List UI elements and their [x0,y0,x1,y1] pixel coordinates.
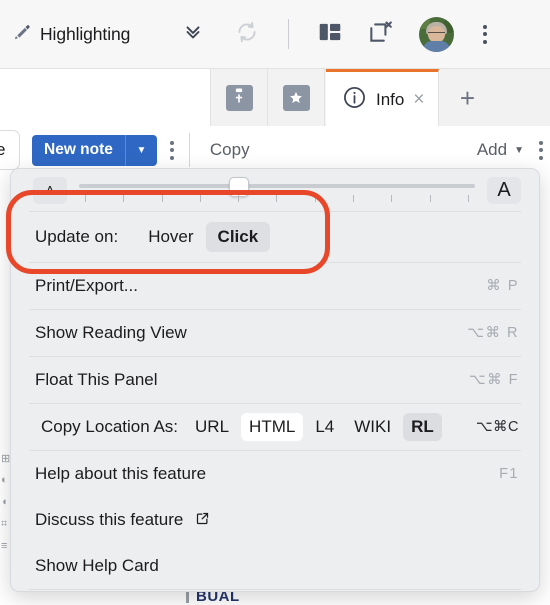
panel-layout-button[interactable] [317,19,343,50]
tab-group: Info × + [210,69,495,127]
menu-item-label: Print/Export... [35,276,138,295]
star-icon [282,85,310,111]
tab-favorites[interactable] [268,69,325,127]
copy-location-shortcut: ⌥⌘C [475,419,519,435]
update-on-click-option[interactable]: Click [205,222,271,252]
user-avatar[interactable] [419,16,455,52]
slider-handle[interactable] [229,177,250,197]
background-glyph: ◐ [1,474,8,486]
double-chevron-down-icon [182,21,204,48]
refresh-circular-arrows-icon [234,19,260,50]
update-on-label: Update on: [35,227,119,246]
menu-item-shortcut: ⌥⌘ F [468,372,519,388]
clipboard-cross-icon [225,85,253,111]
add-tab-button[interactable]: + [439,69,495,127]
add-label: Add [476,140,508,159]
menu-item-label: Show Reading View [35,323,187,342]
slider-ticks [85,195,469,202]
update-on-row: Update on: Hover Click [11,212,539,262]
menu-item-shortcut: ⌥⌘ R [467,325,519,341]
tab-info[interactable]: Info × [326,69,440,127]
menu-item-label: Help about this feature [35,464,207,483]
increase-font-size-button[interactable]: A [487,176,521,204]
menu-item-label: Show Help Card [35,556,159,575]
menu-item-shortcut: F1 [499,466,519,482]
background-glyph: ◖ [1,496,8,508]
partial-left-tab[interactable]: e [0,130,20,170]
tab-bar-left-area [0,69,210,127]
action-bar-divider [188,133,190,167]
font-size-row: A A [11,169,539,211]
menu-item-print-export[interactable]: Print/Export... ⌘ P [11,263,539,309]
menu-item-float-this-panel[interactable]: Float This Panel ⌥⌘ F [11,357,539,403]
menu-item-help-about-this-feature[interactable]: Help about this feature F1 [11,451,539,497]
highlighting-label: Highlighting [40,23,131,44]
add-overflow-menu-button[interactable] [532,137,550,164]
external-link-icon [195,511,210,531]
background-glyph: ≡ [1,540,8,552]
copy-format-wiki[interactable]: WIKI [346,413,399,441]
background-glyph: ⌗ [1,518,8,530]
slider-track [79,184,475,188]
tab-bar: Info × + [0,68,550,127]
menu-item-label: Discuss this feature [35,509,184,529]
highlighting-tool-button[interactable]: Highlighting [6,18,136,51]
copy-format-rl[interactable]: RL [403,413,442,441]
background-left-strip: ⊞ ◐ ◖ ⌗ ≡ [0,182,10,590]
copy-format-url[interactable]: URL [187,413,237,441]
action-bar: e New note ▼ Copy Add ▼ [0,126,550,174]
tab-info-label: Info [376,89,405,109]
toolbar-overflow-menu-button[interactable] [476,21,494,48]
refresh-button[interactable] [234,19,260,50]
background-glyph: ⊞ [1,453,11,465]
new-note-group: New note ▼ [32,134,157,166]
highlighter-pen-icon [12,22,32,47]
new-note-dropdown-button[interactable]: ▼ [124,134,157,166]
toolbar-divider [288,19,290,49]
copy-button[interactable]: Copy [210,140,250,160]
chevron-down-icon: ▼ [514,144,524,156]
update-on-hover-option[interactable]: Hover [136,222,205,252]
tab-clipboard[interactable] [210,69,268,127]
menu-item-discuss-this-feature[interactable]: Discuss this feature [11,497,539,543]
info-circle-icon [342,85,367,115]
panel-options-menu: A A Update on: Hover Click Print/Export.… [10,168,540,592]
menu-item-shortcut: ⌘ P [486,278,519,294]
add-dropdown-button[interactable]: Add ▼ [477,140,524,160]
font-size-slider[interactable] [79,175,475,205]
copy-location-as-row: Copy Location As: URL HTML L4 WIKI RL ⌥⌘… [11,404,539,450]
menu-item-show-reading-view[interactable]: Show Reading View ⌥⌘ R [11,310,539,356]
new-note-overflow-menu-button[interactable] [163,137,181,164]
collapse-all-button[interactable] [182,21,204,48]
new-note-button[interactable]: New note [32,134,125,166]
close-panels-icon [367,19,393,50]
menu-item-close[interactable]: Close ⌘ W [11,590,539,591]
menu-item-label-wrap: Discuss this feature [35,510,519,531]
decrease-font-size-button[interactable]: A [33,176,67,204]
close-panels-button[interactable] [367,19,393,50]
menu-item-label: Float This Panel [35,370,158,389]
panel-layout-icon [317,19,343,50]
copy-format-l4[interactable]: L4 [307,413,342,441]
top-toolbar: Highlighting [0,0,550,68]
copy-location-as-label: Copy Location As: [41,417,179,436]
menu-item-show-help-card[interactable]: Show Help Card [11,543,539,589]
copy-format-html[interactable]: HTML [241,413,304,441]
close-icon[interactable]: × [413,90,424,109]
